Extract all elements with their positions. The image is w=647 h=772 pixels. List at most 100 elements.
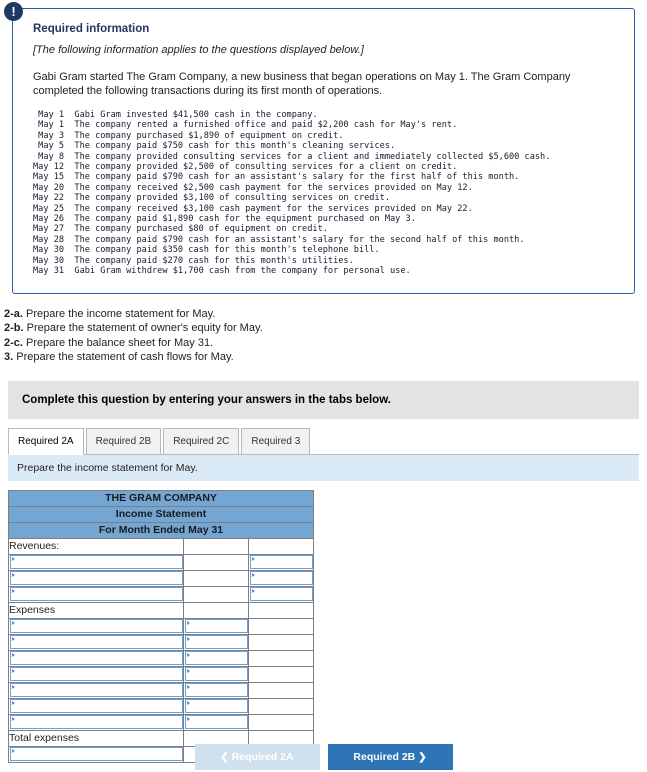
statement-header-row: Income Statement [7,505,315,523]
statement-input[interactable] [249,571,313,585]
statement-input[interactable] [184,619,248,633]
statement-blank-cell [247,697,315,715]
transaction-line: May 31 Gabi Gram withdrew $1,700 cash fr… [33,266,411,277]
statement-section-label: Revenues: [8,537,184,555]
statement-input[interactable] [184,667,248,681]
transaction-line: May 25 The company received $3,100 cash … [33,203,473,214]
statement-input-cell[interactable] [8,553,184,571]
statement-input[interactable] [9,587,183,601]
statement-blank-cell [247,617,315,635]
statement-input-cell[interactable] [247,553,315,571]
statement-input[interactable] [184,651,248,665]
chevron-left-icon: ❮ [220,752,229,763]
tab-strip: Required 2A Required 2B Required 2C Require… [8,427,639,455]
statement-header-cell: THE GRAM COMPANY [7,489,315,507]
transaction-line: May 12 The company provided $2,500 of co… [33,162,458,173]
requirement-item: 2-c. Prepare the balance sheet for May 3… [4,337,647,351]
statement-header-row: THE GRAM COMPANY [7,489,315,507]
statement-input[interactable] [184,683,248,697]
statement-blank-cell [183,553,249,571]
statement-input-cell[interactable] [183,665,249,683]
statement-input[interactable] [9,683,183,697]
statement-blank-cell [247,681,315,699]
statement-input-cell[interactable] [8,585,184,603]
statement-input-cell[interactable] [8,633,184,651]
statement-input[interactable] [184,699,248,713]
table-row: Revenues: [8,537,315,555]
statement-input-cell[interactable] [183,713,249,731]
statement-input[interactable] [9,715,183,729]
statement-input[interactable] [249,587,313,601]
statement-input[interactable] [9,651,183,665]
statement-input-cell[interactable] [183,633,249,651]
table-row [8,665,315,683]
previous-button-label: Required 2A [231,751,294,763]
statement-input-cell[interactable] [8,649,184,667]
statement-blank-cell [247,601,315,619]
tab-required-2b[interactable]: Required 2B [85,427,162,455]
statement-input-cell[interactable] [8,681,184,699]
table-row [8,697,315,715]
statement-input-cell[interactable] [247,585,315,603]
transaction-line: May 5 The company paid $750 cash for thi… [33,141,396,152]
panel-subtitle: [The following information applies to th… [33,44,364,56]
tab-required-2a[interactable]: Required 2A [8,427,84,455]
table-row [8,617,315,635]
previous-required-button[interactable]: ❮ Required 2A [194,744,320,770]
statement-input[interactable] [9,699,183,713]
panel-intro-text: Gabi Gram started The Gram Company, a ne… [33,71,571,97]
tab-required-2c[interactable]: Required 2C [163,427,240,455]
panel-title: Required information [33,23,150,35]
requirement-item: 3. Prepare the statement of cash flows f… [4,351,647,365]
requirement-number: 3. [4,351,14,363]
requirement-number: 2-c. [4,336,23,349]
exclamation-icon: ! [4,2,23,21]
requirement-item: 2-a. Prepare the income statement for Ma… [4,308,647,322]
statement-input[interactable] [9,635,183,649]
income-statement-table: THE GRAM COMPANY Income Statement For Mont… [7,489,315,763]
statement-input-cell[interactable] [8,713,184,731]
transaction-line: May 30 The company paid $270 cash for th… [33,255,354,266]
statement-input-cell[interactable] [247,569,315,587]
statement-blank-cell [247,713,315,731]
table-row [8,681,315,699]
transaction-line: May 1 The company rented a furnished off… [33,120,458,131]
statement-input-cell[interactable] [8,617,184,635]
statement-input[interactable] [9,555,183,569]
statement-input[interactable] [249,555,313,569]
statement-blank-cell [183,537,249,555]
statement-input[interactable] [9,571,183,585]
statement-input-cell[interactable] [183,697,249,715]
statement-input[interactable] [9,619,183,633]
next-required-button[interactable]: Required 2B ❯ [327,744,453,770]
statement-input-cell[interactable] [8,697,184,715]
table-row [8,553,315,571]
transaction-line: May 15 The company paid $790 cash for an… [33,172,520,183]
statement-input[interactable] [9,667,183,681]
statement-blank-cell [247,633,315,651]
transaction-line: May 27 The company purchased $80 of equi… [33,224,328,235]
table-row [8,569,315,587]
statement-header-cell: Income Statement [7,505,315,523]
statement-input[interactable] [184,715,248,729]
statement-input-cell[interactable] [183,681,249,699]
navigation-buttons: ❮ Required 2A Required 2B ❯ [0,744,647,770]
statement-input[interactable] [184,635,248,649]
transaction-line: May 28 The company paid $790 cash for an… [33,234,525,245]
statement-blank-cell [247,649,315,667]
table-row: Expenses [8,601,315,619]
statement-input-cell[interactable] [8,665,184,683]
transaction-line: May 1 Gabi Gram invested $41,500 cash in… [33,110,318,120]
required-information-box: Required information [The following info… [12,8,635,294]
statement-input-cell[interactable] [183,617,249,635]
requirement-number: 2-b. [4,322,24,334]
statement-input-cell[interactable] [183,649,249,667]
statement-blank-cell [183,569,249,587]
table-row [8,713,315,731]
requirements-list: 2-a. Prepare the income statement for Ma… [4,308,647,365]
statement-input-cell[interactable] [8,569,184,587]
requirement-text: Prepare the balance sheet for May 31. [22,336,214,349]
transaction-line: May 22 The company provided $3,100 of co… [33,193,390,204]
tab-required-3[interactable]: Required 3 [241,427,311,455]
next-button-label: Required 2B [353,751,416,763]
